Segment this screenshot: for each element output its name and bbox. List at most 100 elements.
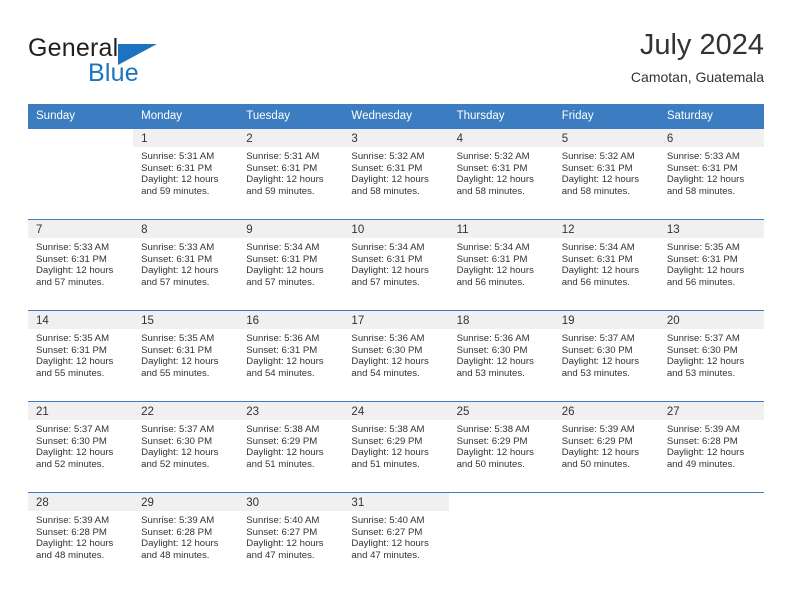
daylight-text-line2: and 54 minutes. xyxy=(351,367,420,379)
calendar-day-cell[interactable]: 17 Sunrise: 5:36 AM Sunset: 6:30 PM Dayligh… xyxy=(343,310,449,402)
calendar-day-cell[interactable]: 19 Sunrise: 5:37 AM Sunset: 6:30 PM Dayligh… xyxy=(553,310,659,402)
calendar-day-cell[interactable]: 5 Sunrise: 5:32 AM Sunset: 6:31 PM Daylight… xyxy=(553,128,659,220)
general-blue-logo: General Blue xyxy=(28,34,248,90)
day-number: 17 xyxy=(343,311,449,329)
sunrise-text: Sunrise: 5:35 AM xyxy=(666,242,740,253)
day-cell-content: 10 Sunrise: 5:34 AM Sunset: 6:31 PM Dayligh… xyxy=(343,220,449,310)
day-number: 20 xyxy=(658,311,764,329)
day-info: Sunrise: 5:32 AM Sunset: 6:31 PM Daylight:… xyxy=(449,147,554,197)
daylight-text-line1: Daylight: 12 hours xyxy=(351,447,429,459)
calendar-body: 1 Sunrise: 5:31 AM Sunset: 6:31 PM Daylight… xyxy=(28,128,764,583)
sunset-text: Sunset: 6:31 PM xyxy=(36,253,107,265)
daylight-text-line2: and 57 minutes. xyxy=(351,276,420,288)
calendar-day-cell[interactable]: 4 Sunrise: 5:32 AM Sunset: 6:31 PM Daylight… xyxy=(448,128,554,220)
title-block: July 2024 Camotan, Guatemala xyxy=(631,28,764,88)
weekday-header-sunday: Sunday xyxy=(28,104,134,129)
calendar-day-cell xyxy=(658,492,764,583)
calendar-day-cell[interactable]: 27 Sunrise: 5:39 AM Sunset: 6:28 PM Dayligh… xyxy=(658,401,764,493)
day-info: Sunrise: 5:37 AM Sunset: 6:30 PM Daylight:… xyxy=(28,420,133,470)
day-number: 9 xyxy=(238,220,344,238)
calendar-day-cell[interactable]: 22 Sunrise: 5:37 AM Sunset: 6:30 PM Dayligh… xyxy=(133,401,239,493)
calendar-day-cell[interactable]: 30 Sunrise: 5:40 AM Sunset: 6:27 PM Dayligh… xyxy=(238,492,344,583)
day-cell-content: 17 Sunrise: 5:36 AM Sunset: 6:30 PM Dayligh… xyxy=(343,311,449,401)
sunrise-text: Sunrise: 5:33 AM xyxy=(666,151,740,162)
calendar-day-cell[interactable]: 11 Sunrise: 5:34 AM Sunset: 6:31 PM Dayligh… xyxy=(448,219,554,311)
daylight-text-line1: Daylight: 12 hours xyxy=(351,265,429,277)
day-info: Sunrise: 5:34 AM Sunset: 6:31 PM Daylight:… xyxy=(554,238,659,288)
sunset-text: Sunset: 6:27 PM xyxy=(351,526,423,538)
daylight-text-line2: and 58 minutes. xyxy=(561,185,630,197)
day-cell-content: 3 Sunrise: 5:32 AM Sunset: 6:31 PM Daylight… xyxy=(343,129,449,219)
calendar-day-cell[interactable]: 2 Sunrise: 5:31 AM Sunset: 6:31 PM Daylight… xyxy=(238,128,344,220)
day-cell-content: 14 Sunrise: 5:35 AM Sunset: 6:31 PM Dayligh… xyxy=(28,311,134,401)
day-info: Sunrise: 5:35 AM Sunset: 6:31 PM Daylight:… xyxy=(28,329,133,379)
sunset-text: Sunset: 6:31 PM xyxy=(561,162,633,174)
calendar-day-cell[interactable]: 14 Sunrise: 5:35 AM Sunset: 6:31 PM Dayligh… xyxy=(28,310,134,402)
calendar-day-cell[interactable]: 9 Sunrise: 5:34 AM Sunset: 6:31 PM Daylight… xyxy=(238,219,344,311)
calendar-day-cell[interactable]: 21 Sunrise: 5:37 AM Sunset: 6:30 PM Dayligh… xyxy=(28,401,134,493)
daylight-text-line1: Daylight: 12 hours xyxy=(141,174,219,186)
sunset-text: Sunset: 6:30 PM xyxy=(666,344,738,356)
sunset-text: Sunset: 6:31 PM xyxy=(561,253,633,265)
daylight-text-line1: Daylight: 12 hours xyxy=(351,356,429,368)
calendar-day-cell[interactable]: 1 Sunrise: 5:31 AM Sunset: 6:31 PM Daylight… xyxy=(133,128,239,220)
calendar-week-row: 28 Sunrise: 5:39 AM Sunset: 6:28 PM Dayligh… xyxy=(28,492,764,583)
calendar-day-cell[interactable]: 6 Sunrise: 5:33 AM Sunset: 6:31 PM Daylight… xyxy=(658,128,764,220)
day-number: 5 xyxy=(553,129,659,147)
day-info: Sunrise: 5:39 AM Sunset: 6:28 PM Daylight:… xyxy=(133,511,238,561)
day-number xyxy=(659,493,764,511)
sunrise-text: Sunrise: 5:31 AM xyxy=(246,151,320,162)
logo-text-blue: Blue xyxy=(88,59,139,87)
day-info: Sunrise: 5:33 AM Sunset: 6:31 PM Daylight:… xyxy=(28,238,133,288)
calendar-week-row: 14 Sunrise: 5:35 AM Sunset: 6:31 PM Dayligh… xyxy=(28,310,764,402)
day-number: 25 xyxy=(448,402,554,420)
daylight-text-line2: and 53 minutes. xyxy=(666,367,736,379)
daylight-text-line1: Daylight: 12 hours xyxy=(456,447,534,459)
daylight-text-line2: and 58 minutes. xyxy=(456,185,525,197)
calendar-day-cell[interactable]: 29 Sunrise: 5:39 AM Sunset: 6:28 PM Dayligh… xyxy=(133,492,239,583)
calendar-day-cell[interactable]: 8 Sunrise: 5:33 AM Sunset: 6:31 PM Daylight… xyxy=(133,219,239,311)
daylight-text-line1: Daylight: 12 hours xyxy=(36,356,114,368)
sunset-text: Sunset: 6:29 PM xyxy=(561,435,633,447)
day-cell-content: 2 Sunrise: 5:31 AM Sunset: 6:31 PM Daylight… xyxy=(238,129,344,219)
sunrise-text: Sunrise: 5:38 AM xyxy=(351,424,425,435)
calendar-day-cell[interactable]: 15 Sunrise: 5:35 AM Sunset: 6:31 PM Dayligh… xyxy=(133,310,239,402)
calendar-day-cell[interactable]: 23 Sunrise: 5:38 AM Sunset: 6:29 PM Dayligh… xyxy=(238,401,344,493)
day-cell-content: 12 Sunrise: 5:34 AM Sunset: 6:31 PM Dayligh… xyxy=(553,220,659,310)
day-number: 30 xyxy=(238,493,344,511)
calendar-day-cell[interactable]: 18 Sunrise: 5:36 AM Sunset: 6:30 PM Dayligh… xyxy=(448,310,554,402)
daylight-text-line2: and 58 minutes. xyxy=(666,185,736,197)
calendar-day-cell[interactable]: 25 Sunrise: 5:38 AM Sunset: 6:29 PM Dayligh… xyxy=(448,401,554,493)
calendar-day-cell[interactable]: 3 Sunrise: 5:32 AM Sunset: 6:31 PM Daylight… xyxy=(343,128,449,220)
daylight-text-line1: Daylight: 12 hours xyxy=(561,265,640,277)
calendar-day-cell[interactable]: 10 Sunrise: 5:34 AM Sunset: 6:31 PM Dayligh… xyxy=(343,219,449,311)
day-number: 4 xyxy=(448,129,554,147)
day-cell-content: 1 Sunrise: 5:31 AM Sunset: 6:31 PM Daylight… xyxy=(133,129,239,219)
calendar-day-cell[interactable]: 24 Sunrise: 5:38 AM Sunset: 6:29 PM Dayligh… xyxy=(343,401,449,493)
calendar-day-cell[interactable]: 20 Sunrise: 5:37 AM Sunset: 6:30 PM Dayligh… xyxy=(658,310,764,402)
calendar-day-cell[interactable]: 26 Sunrise: 5:39 AM Sunset: 6:29 PM Dayligh… xyxy=(553,401,659,493)
daylight-text-line1: Daylight: 12 hours xyxy=(561,447,640,459)
calendar-day-cell[interactable]: 13 Sunrise: 5:35 AM Sunset: 6:31 PM Dayligh… xyxy=(658,219,764,311)
sunrise-text: Sunrise: 5:37 AM xyxy=(141,424,215,435)
calendar-day-cell[interactable]: 28 Sunrise: 5:39 AM Sunset: 6:28 PM Dayligh… xyxy=(28,492,134,583)
calendar-day-cell[interactable]: 16 Sunrise: 5:36 AM Sunset: 6:31 PM Dayligh… xyxy=(238,310,344,402)
day-info: Sunrise: 5:40 AM Sunset: 6:27 PM Daylight:… xyxy=(343,511,448,561)
sunset-text: Sunset: 6:31 PM xyxy=(666,253,738,265)
sunset-text: Sunset: 6:31 PM xyxy=(141,162,213,174)
weekday-header-thursday: Thursday xyxy=(448,104,554,129)
day-info: Sunrise: 5:37 AM Sunset: 6:30 PM Daylight:… xyxy=(659,329,764,379)
sunrise-text: Sunrise: 5:35 AM xyxy=(141,333,215,344)
calendar-day-cell[interactable]: 31 Sunrise: 5:40 AM Sunset: 6:27 PM Dayligh… xyxy=(343,492,449,583)
calendar-day-cell[interactable]: 7 Sunrise: 5:33 AM Sunset: 6:31 PM Daylight… xyxy=(28,219,134,311)
sunset-text: Sunset: 6:31 PM xyxy=(456,253,528,265)
day-number: 2 xyxy=(238,129,344,147)
day-number: 7 xyxy=(28,220,134,238)
daylight-text-line2: and 59 minutes. xyxy=(141,185,210,197)
day-number xyxy=(28,129,133,147)
day-number: 14 xyxy=(28,311,134,329)
day-info: Sunrise: 5:33 AM Sunset: 6:31 PM Daylight:… xyxy=(659,147,764,197)
sunrise-text: Sunrise: 5:32 AM xyxy=(456,151,530,162)
day-number: 27 xyxy=(658,402,764,420)
calendar-day-cell[interactable]: 12 Sunrise: 5:34 AM Sunset: 6:31 PM Dayligh… xyxy=(553,219,659,311)
